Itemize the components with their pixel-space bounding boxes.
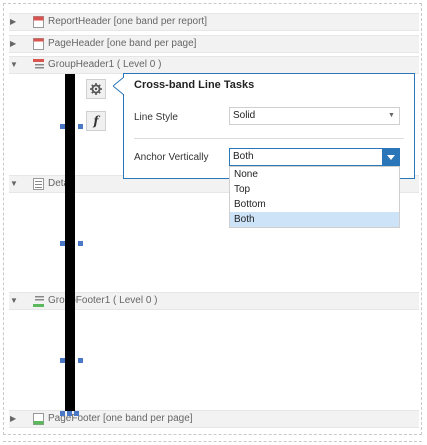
page-bottom-margin bbox=[3, 441, 422, 442]
resize-handle[interactable] bbox=[60, 358, 65, 363]
line-style-label: Line Style bbox=[134, 112, 178, 123]
resize-handle[interactable] bbox=[74, 411, 79, 416]
resize-handle[interactable] bbox=[78, 241, 83, 246]
page-footer-icon bbox=[33, 413, 44, 425]
line-style-value: Solid bbox=[233, 110, 256, 121]
resize-handle[interactable] bbox=[67, 411, 72, 416]
resize-handle[interactable] bbox=[60, 411, 65, 416]
cross-band-line[interactable] bbox=[65, 74, 75, 411]
popup-pointer bbox=[113, 76, 124, 96]
option-none[interactable]: None bbox=[234, 168, 258, 182]
resize-handle[interactable] bbox=[60, 124, 65, 129]
selected-option-highlight bbox=[230, 212, 399, 227]
detail-icon bbox=[33, 178, 44, 190]
option-bottom[interactable]: Bottom bbox=[234, 198, 266, 212]
smart-tag-button[interactable] bbox=[86, 79, 106, 99]
option-top[interactable]: Top bbox=[234, 183, 250, 197]
resize-handle[interactable] bbox=[78, 124, 83, 129]
gear-icon bbox=[90, 83, 102, 95]
resize-handle[interactable] bbox=[78, 358, 83, 363]
function-icon: f bbox=[93, 114, 99, 128]
anchor-vertically-select[interactable] bbox=[229, 148, 400, 166]
anchor-vertically-value: Both bbox=[233, 151, 254, 162]
expand-arrow-icon[interactable]: ▶ bbox=[10, 13, 16, 31]
collapse-arrow-icon[interactable]: ▼ bbox=[10, 292, 18, 310]
popup-title: Cross-band Line Tasks bbox=[134, 79, 255, 91]
chevron-down-icon bbox=[387, 154, 395, 160]
resize-handle[interactable] bbox=[60, 241, 65, 246]
popup-divider bbox=[134, 138, 404, 139]
expand-arrow-icon[interactable]: ▶ bbox=[10, 35, 16, 53]
band-label: PageHeader [one band per page] bbox=[48, 38, 197, 49]
page-header-icon bbox=[33, 38, 44, 50]
collapse-arrow-icon[interactable]: ▼ bbox=[10, 175, 18, 193]
group-header-icon bbox=[33, 59, 44, 69]
collapse-arrow-icon[interactable]: ▼ bbox=[10, 56, 18, 74]
expand-arrow-icon[interactable]: ▶ bbox=[10, 410, 16, 428]
group-footer-icon bbox=[33, 296, 44, 307]
option-both[interactable]: Both bbox=[234, 213, 255, 227]
expression-button[interactable]: f bbox=[86, 111, 106, 131]
anchor-vertically-label: Anchor Vertically bbox=[134, 152, 209, 163]
band-label: ReportHeader [one band per report] bbox=[48, 16, 207, 27]
dropdown-button[interactable] bbox=[382, 148, 400, 166]
report-header-icon bbox=[33, 16, 44, 28]
chevron-down-icon[interactable]: ▼ bbox=[388, 112, 395, 119]
band-label: GroupHeader1 ( Level 0 ) bbox=[48, 59, 162, 70]
